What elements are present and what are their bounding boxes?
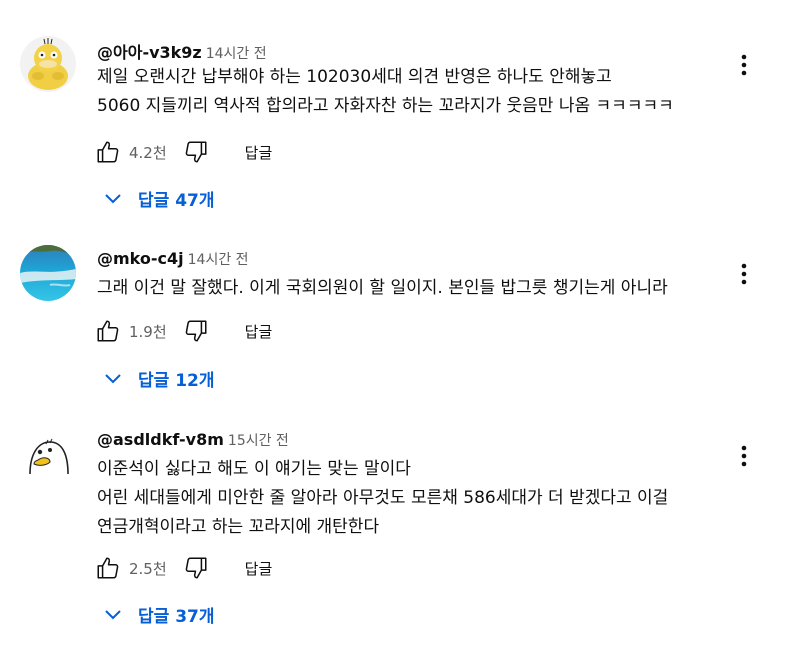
comment-actions: 2.5천 답글 [93, 553, 272, 583]
comment-actions: 4.2천 답글 [93, 137, 272, 167]
comment-line: 제일 오랜시간 납부해야 하는 102030세대 의견 반영은 하나도 안해놓고 [97, 67, 612, 87]
dislike-icon [185, 141, 207, 163]
comment-text: 이준석이 싫다고 해도 이 얘기는 맞는 말이다 어린 세대들에게 미안한 줄 … [97, 455, 668, 542]
dislike-button[interactable] [181, 553, 211, 583]
comment-header: @아아-v3k9z 14시간 전 [97, 39, 267, 63]
comment-header: @mko-c4j 14시간 전 [97, 249, 249, 269]
like-icon [97, 557, 119, 579]
reply-button[interactable]: 답글 [245, 558, 273, 579]
more-options-button[interactable] [732, 50, 756, 80]
psyduck-avatar-icon [20, 36, 76, 92]
comment-text: 제일 오랜시간 납부해야 하는 102030세대 의견 반영은 하나도 안해놓고… [97, 63, 674, 121]
view-replies-button[interactable]: 답글 12개 [104, 366, 215, 391]
like-button[interactable] [93, 316, 123, 346]
avatar[interactable] [20, 245, 76, 301]
duck-avatar-icon [20, 428, 76, 484]
chevron-down-icon [104, 373, 122, 385]
like-count: 4.2천 [129, 143, 167, 162]
comment-text: 그래 이건 말 잘했다. 이게 국회의원이 할 일이지. 본인들 밥그릇 챙기는… [97, 274, 668, 303]
dislike-icon [185, 320, 207, 342]
like-icon [97, 141, 119, 163]
timestamp[interactable]: 15시간 전 [228, 433, 289, 449]
more-options-button[interactable] [732, 441, 756, 471]
dislike-button[interactable] [181, 137, 211, 167]
timestamp[interactable]: 14시간 전 [188, 252, 249, 268]
comment-line: 연금개혁이라고 하는 꼬라지에 개탄한다 [97, 517, 380, 537]
ocean-avatar-icon [20, 245, 76, 301]
author-name[interactable]: @mko-c4j [97, 249, 184, 268]
chevron-down-icon [104, 193, 122, 205]
replies-count-label: 답글 12개 [138, 371, 215, 391]
avatar[interactable] [20, 36, 76, 92]
like-button[interactable] [93, 137, 123, 167]
comment-actions: 1.9천 답글 [93, 316, 272, 346]
like-icon [97, 320, 119, 342]
like-count: 2.5천 [129, 559, 167, 578]
view-replies-button[interactable]: 답글 47개 [104, 186, 215, 211]
author-name[interactable]: @asdldkf-v8m [97, 430, 224, 449]
replies-count-label: 답글 37개 [138, 607, 215, 627]
comment-header: @asdldkf-v8m 15시간 전 [97, 430, 289, 450]
comment-line: 이준석이 싫다고 해도 이 얘기는 맞는 말이다 [97, 459, 411, 479]
view-replies-button[interactable]: 답글 37개 [104, 602, 215, 627]
comment-line: 5060 지들끼리 역사적 합의라고 자화자찬 하는 꼬라지가 웃음만 나옴 ㅋ… [97, 96, 674, 116]
reply-button[interactable]: 답글 [245, 321, 273, 342]
replies-count-label: 답글 47개 [138, 191, 215, 211]
comment-line: 그래 이건 말 잘했다. 이게 국회의원이 할 일이지. 본인들 밥그릇 챙기는… [97, 278, 668, 298]
chevron-down-icon [104, 609, 122, 621]
like-count: 1.9천 [129, 322, 167, 341]
timestamp[interactable]: 14시간 전 [206, 46, 267, 62]
like-button[interactable] [93, 553, 123, 583]
more-vert-icon [741, 263, 747, 285]
dislike-icon [185, 557, 207, 579]
more-vert-icon [741, 445, 747, 467]
reply-button[interactable]: 답글 [245, 142, 273, 163]
dislike-button[interactable] [181, 316, 211, 346]
more-options-button[interactable] [732, 259, 756, 289]
author-name[interactable]: @아아-v3k9z [97, 43, 202, 62]
comment-line: 어린 세대들에게 미안한 줄 알아라 아무것도 모른채 586세대가 더 받겠다… [97, 488, 669, 508]
avatar[interactable] [20, 428, 76, 484]
more-vert-icon [741, 54, 747, 76]
